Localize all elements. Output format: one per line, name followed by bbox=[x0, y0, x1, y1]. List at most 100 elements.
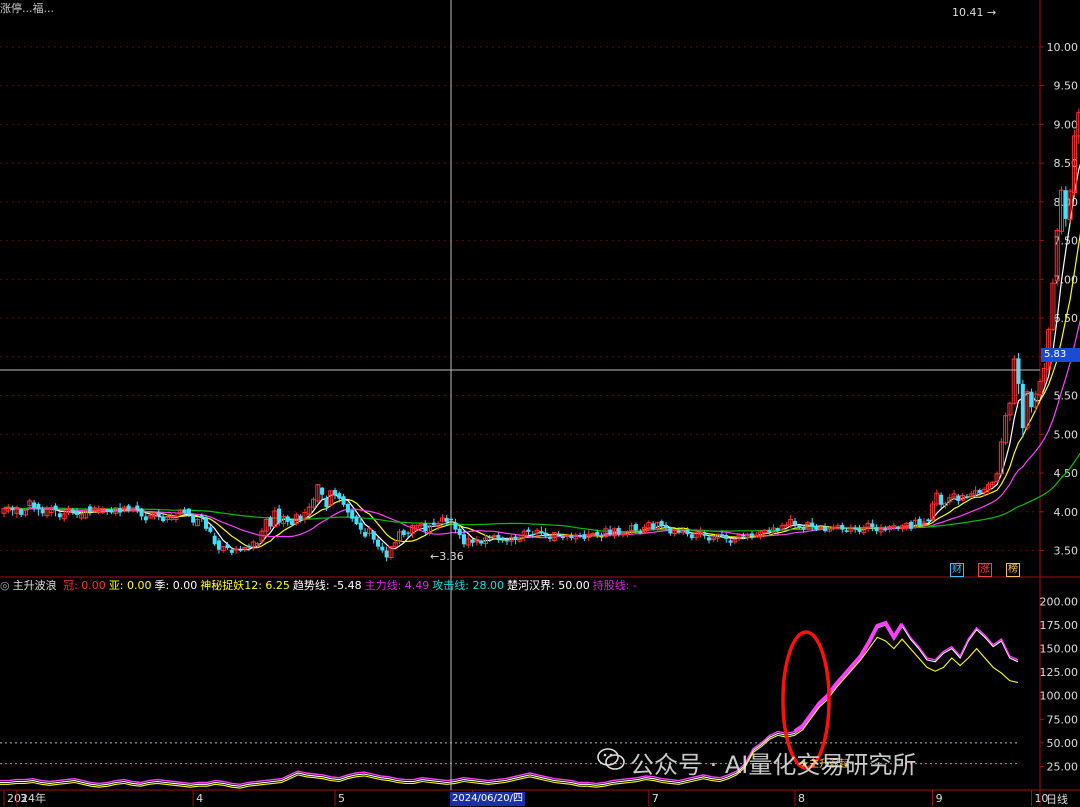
high-price-label: 10.41 → bbox=[952, 6, 996, 19]
candle-body-down bbox=[285, 516, 290, 522]
candle-body-down bbox=[810, 522, 815, 528]
candle-body-down bbox=[401, 530, 406, 536]
candle-body-down bbox=[685, 529, 690, 535]
signal-badge: 财 bbox=[950, 563, 964, 577]
candle-body-down bbox=[384, 550, 389, 558]
candle-body-down bbox=[707, 537, 712, 541]
candle-body-down bbox=[500, 538, 505, 540]
candle-body-down bbox=[530, 534, 535, 536]
period-selector[interactable]: 日线 bbox=[1046, 791, 1068, 807]
candle-body-down bbox=[341, 496, 346, 505]
price-tick-label: 9.50 bbox=[1054, 80, 1079, 93]
candle-body-up bbox=[590, 532, 596, 535]
candle-body-down bbox=[135, 505, 140, 510]
candle-body-down bbox=[664, 524, 669, 529]
candle-body-down bbox=[156, 512, 161, 517]
candle-body-down bbox=[651, 523, 656, 529]
indicator-tick-label: 200.00 bbox=[1040, 595, 1079, 608]
indicator-name[interactable]: 主升波浪 bbox=[13, 579, 57, 592]
candle-body-down bbox=[87, 506, 92, 512]
candle-body-down bbox=[19, 509, 24, 515]
candle-body-down bbox=[191, 514, 196, 523]
candle-body-down bbox=[1063, 190, 1068, 219]
candle-body-down bbox=[333, 490, 338, 496]
date-tick-label: 3 bbox=[20, 792, 27, 805]
chart-grid bbox=[0, 0, 1080, 806]
watermark-text: 公众号 · AI量化交易研究所 bbox=[630, 751, 917, 779]
crosshair-price-tag: 5.83 bbox=[1041, 348, 1080, 362]
indicator-item: 楚河汉界: 50.00 bbox=[507, 579, 590, 592]
candle-body-down bbox=[139, 508, 144, 517]
candle-body-down bbox=[70, 509, 75, 513]
ma-line bbox=[3, 232, 1080, 549]
candle-body-down bbox=[801, 527, 806, 530]
candle-body-down bbox=[578, 535, 583, 537]
candle-body-down bbox=[290, 520, 295, 525]
candle-body-down bbox=[53, 505, 58, 511]
candle-body-down bbox=[964, 496, 969, 498]
indicator-tick-label: 50.00 bbox=[1047, 737, 1079, 750]
price-tick-label: 4.00 bbox=[1054, 506, 1079, 519]
candle-body-up bbox=[491, 535, 497, 538]
candle-body-up bbox=[831, 526, 837, 529]
candle-body-down bbox=[582, 534, 587, 539]
moving-averages bbox=[3, 163, 1080, 551]
candle-body-down bbox=[659, 521, 664, 526]
candle-body-down bbox=[470, 539, 475, 543]
candle-body-down bbox=[298, 515, 303, 521]
candle-body-down bbox=[956, 495, 961, 501]
candle-body-down bbox=[204, 517, 209, 529]
price-tick-label: 9.00 bbox=[1054, 118, 1079, 131]
date-tick-label: 7 bbox=[652, 792, 659, 805]
candle-body-down bbox=[896, 526, 901, 529]
candle-body-down bbox=[539, 531, 544, 534]
stock-chart-canvas[interactable]: 10.009.509.008.508.007.507.006.506.005.5… bbox=[0, 0, 1080, 806]
candle-body-down bbox=[453, 522, 458, 530]
candle-body-down bbox=[10, 507, 15, 511]
candle-body-down bbox=[724, 535, 729, 539]
candle-body-down bbox=[543, 532, 548, 537]
candle-body-down bbox=[320, 487, 325, 495]
candle-body-down bbox=[126, 505, 131, 511]
indicator-icon[interactable]: ◎ bbox=[0, 579, 10, 592]
candle-body-down bbox=[268, 517, 273, 527]
candle-body-down bbox=[616, 528, 621, 535]
candle-body-down bbox=[883, 528, 888, 531]
date-axis: 2024年34567891011 bbox=[3, 790, 1048, 806]
candle-body-down bbox=[939, 494, 944, 505]
candle-body-down bbox=[431, 522, 436, 525]
main-wave-highlight bbox=[793, 620, 904, 734]
candle-body-down bbox=[633, 524, 638, 531]
candle-body-down bbox=[526, 529, 531, 532]
candle-body-up bbox=[753, 534, 759, 537]
candle-body-down bbox=[109, 509, 114, 513]
indicator-tick-label: 75.00 bbox=[1047, 713, 1079, 726]
candle-body-down bbox=[461, 534, 466, 545]
candle-body-down bbox=[797, 525, 802, 529]
indicator-item: 冠: 0.00 bbox=[63, 579, 106, 592]
candle-body-down bbox=[668, 528, 673, 534]
candle-body-down bbox=[324, 497, 329, 508]
candle-body-down bbox=[118, 507, 123, 513]
candle-body-down bbox=[199, 514, 204, 518]
candle-body-down bbox=[874, 527, 879, 532]
candle-body-down bbox=[792, 521, 797, 525]
candle-body-down bbox=[186, 508, 191, 515]
candle-body-down bbox=[143, 516, 148, 521]
candle-body-down bbox=[36, 504, 41, 510]
candle-body-down bbox=[363, 531, 368, 537]
candle-body-down bbox=[457, 528, 462, 536]
candle-body-down bbox=[814, 525, 819, 530]
candle-body-down bbox=[277, 508, 282, 523]
candle-body-down bbox=[423, 523, 428, 532]
window-title: 涨停...福... bbox=[0, 2, 54, 15]
candle-body-down bbox=[479, 540, 484, 544]
date-tick-label: 9 bbox=[936, 792, 943, 805]
candle-body-down bbox=[105, 510, 110, 512]
overlay-marks: 10.41 →←3.36★主升浪起 bbox=[0, 0, 1040, 790]
candle-body-down bbox=[823, 526, 828, 532]
indicator-tick-label: 175.00 bbox=[1040, 619, 1079, 632]
candle-body-down bbox=[560, 536, 565, 539]
candle-body-down bbox=[595, 531, 600, 536]
candle-body-up bbox=[233, 548, 239, 551]
